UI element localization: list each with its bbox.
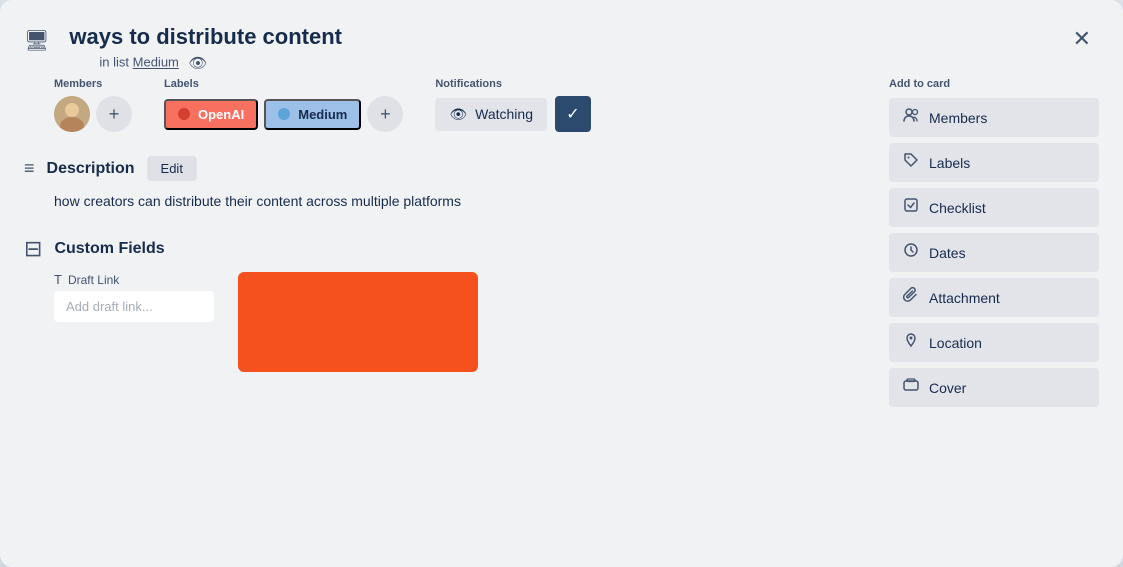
labels-sidebar-icon	[903, 152, 919, 173]
draft-link-input[interactable]: Add draft link...	[54, 291, 214, 322]
description-title: Description	[47, 160, 135, 178]
modal-header: 🖥 ways to distribute content in list Med…	[24, 24, 1099, 72]
meta-row: Members + Labels	[54, 78, 873, 132]
sidebar-attachment-button[interactable]: Attachment	[889, 278, 1099, 317]
add-label-button[interactable]: +	[367, 96, 403, 132]
sidebar-location-button[interactable]: Location	[889, 323, 1099, 362]
sidebar-labels-label: Labels	[929, 155, 970, 171]
sidebar-attachment-label: Attachment	[929, 290, 1000, 306]
custom-fields-body: T Draft Link Add draft link...	[54, 272, 873, 372]
check-icon: ✓	[566, 104, 579, 124]
sidebar-cover-button[interactable]: Cover	[889, 368, 1099, 407]
close-button[interactable]: ✕	[1065, 24, 1099, 54]
orange-image-placeholder	[238, 272, 478, 372]
labels-section: Labels OpenAI Medium +	[164, 78, 403, 132]
members-section: Members +	[54, 78, 132, 132]
notifications-label: Notifications	[435, 78, 591, 90]
members-group: +	[54, 96, 132, 132]
draft-link-field: T Draft Link Add draft link...	[54, 272, 214, 322]
watching-button[interactable]: 👁 Watching	[435, 98, 547, 131]
medium-label-text: Medium	[298, 107, 347, 122]
labels-group: OpenAI Medium +	[164, 96, 403, 132]
field-name: Draft Link	[68, 273, 119, 287]
label-openai[interactable]: OpenAI	[164, 99, 258, 130]
sidebar-location-label: Location	[929, 335, 982, 351]
description-header: ≡ Description Edit	[24, 156, 873, 181]
watching-watch-icon: 👁	[449, 106, 467, 123]
medium-dot	[278, 108, 290, 120]
add-to-card-label: Add to card	[889, 78, 1099, 90]
members-label: Members	[54, 78, 132, 90]
notifications-section: Notifications 👁 Watching ✓	[435, 78, 591, 132]
openai-dot	[178, 108, 190, 120]
sidebar-members-label: Members	[929, 110, 987, 126]
sidebar-dates-button[interactable]: Dates	[889, 233, 1099, 272]
cover-sidebar-icon	[903, 377, 919, 398]
sidebar-members-button[interactable]: Members	[889, 98, 1099, 137]
watching-label: Watching	[475, 106, 533, 122]
main-content: Members + Labels	[24, 78, 873, 543]
modal-body: Members + Labels	[24, 78, 1099, 543]
notifications-group: 👁 Watching ✓	[435, 96, 591, 132]
description-icon: ≡	[24, 158, 35, 179]
label-medium[interactable]: Medium	[264, 99, 361, 130]
sidebar: Add to card Members	[889, 78, 1099, 543]
custom-fields-title: Custom Fields	[54, 240, 164, 258]
sidebar-labels-button[interactable]: Labels	[889, 143, 1099, 182]
attachment-sidebar-icon	[903, 287, 919, 308]
list-info: in list Medium 👁	[99, 54, 1064, 72]
labels-label: Labels	[164, 78, 403, 90]
custom-fields-icon: ⊟	[24, 236, 42, 262]
list-watch-icon: 👁	[189, 54, 208, 72]
sidebar-checklist-label: Checklist	[929, 200, 986, 216]
checklist-sidebar-icon	[903, 197, 919, 218]
description-text: how creators can distribute their conten…	[54, 191, 873, 212]
avatar	[54, 96, 90, 132]
sidebar-checklist-button[interactable]: Checklist	[889, 188, 1099, 227]
list-link[interactable]: Medium	[133, 55, 179, 70]
dates-sidebar-icon	[903, 242, 919, 263]
draft-link-label: T Draft Link	[54, 272, 214, 287]
card-title: ways to distribute content	[69, 24, 1064, 50]
card-type-icon: 🖥	[24, 28, 49, 53]
card-modal: 🖥 ways to distribute content in list Med…	[0, 0, 1123, 567]
add-member-button[interactable]: +	[96, 96, 132, 132]
openai-label-text: OpenAI	[198, 107, 244, 122]
custom-fields-header: ⊟ Custom Fields	[24, 236, 873, 262]
location-sidebar-icon	[903, 332, 919, 353]
edit-description-button[interactable]: Edit	[147, 156, 197, 181]
sidebar-dates-label: Dates	[929, 245, 966, 261]
modal-title-area: ways to distribute content in list Mediu…	[69, 24, 1064, 72]
sidebar-cover-label: Cover	[929, 380, 966, 396]
members-sidebar-icon	[903, 107, 919, 128]
text-type-icon: T	[54, 272, 62, 287]
watching-check-button[interactable]: ✓	[555, 96, 591, 132]
custom-fields-section: ⊟ Custom Fields T Draft Link Add draft l…	[24, 236, 873, 372]
